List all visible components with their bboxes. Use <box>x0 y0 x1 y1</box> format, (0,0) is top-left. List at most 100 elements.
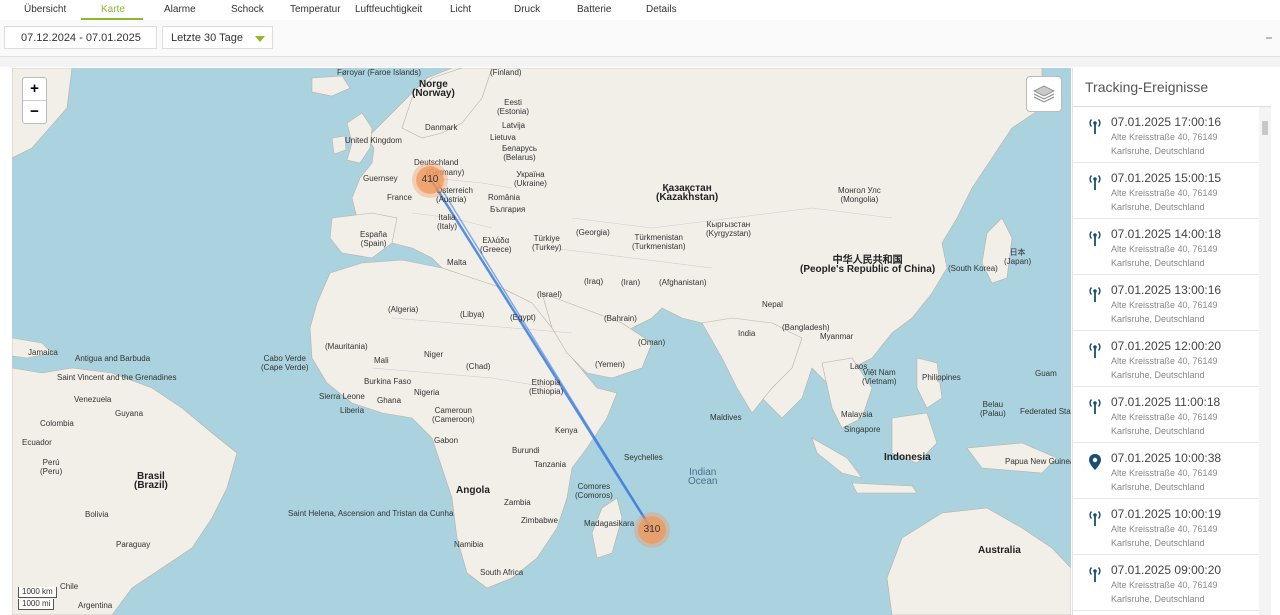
tab-uebersicht[interactable]: Übersicht <box>24 4 66 15</box>
map-label-namibia: Namibia <box>454 540 484 549</box>
event-item[interactable]: 07.01.2025 15:00:15 Alte Kreisstraße 40, … <box>1073 163 1259 219</box>
map-label-burkina: Burkina Faso <box>364 377 412 386</box>
event-address: Alte Kreisstraße 40, 76149 Karlsruhe, De… <box>1111 524 1218 548</box>
event-item[interactable]: 07.01.2025 10:00:19 Alte Kreisstraße 40, … <box>1073 499 1259 555</box>
event-item[interactable]: 07.01.2025 12:00:20 Alte Kreisstraße 40, … <box>1073 331 1259 387</box>
tab-alarme[interactable]: Alarme <box>164 4 196 15</box>
event-item[interactable]: 07.01.2025 17:00:16 Alte Kreisstraße 40, … <box>1073 107 1259 163</box>
filter-toolbar: 07.12.2024 - 07.01.2025 Letzte 30 Tage <box>0 20 1280 57</box>
tab-schock[interactable]: Schock <box>231 4 264 15</box>
map-label-ukraine: Україна (Ukraine) <box>514 170 547 188</box>
map-label-lietuva: Lietuva <box>490 133 516 142</box>
map-label-st-vincent: Saint Vincent and the Grenadines <box>57 373 177 382</box>
map-label-brasil: Brasil (Brazil) <box>134 471 168 491</box>
map-label-libya: (Libya) <box>460 310 485 319</box>
antenna-icon <box>1087 341 1103 359</box>
map-label-maldives: Maldives <box>710 413 742 422</box>
tab-luftfeuchtigkeit[interactable]: Luftfeuchtigkeit <box>355 4 422 15</box>
event-time: 07.01.2025 15:00:15 <box>1111 171 1222 185</box>
tab-batterie[interactable]: Batterie <box>577 4 611 15</box>
period-select[interactable]: Letzte 30 Tage <box>162 26 273 49</box>
map-label-bulgaria: България <box>490 205 526 214</box>
cluster-marker-europe[interactable]: 410 <box>416 166 444 194</box>
tab-temperatur[interactable]: Temperatur <box>290 4 341 15</box>
event-address: Alte Kreisstraße 40, 76149 Karlsruhe, De… <box>1111 468 1218 492</box>
event-item[interactable]: 07.01.2025 11:00:18 Alte Kreisstraße 40, … <box>1073 387 1259 443</box>
map-label-sierra-leone: Sierra Leone <box>319 392 365 401</box>
scale-bar-km: 1000 km <box>18 587 57 598</box>
event-time: 07.01.2025 12:00:20 <box>1111 339 1222 353</box>
map-label-faroe: Føroyar (Faroe Islands) <box>337 68 422 77</box>
land-java <box>851 482 918 494</box>
map-label-tanzania: Tanzania <box>534 460 567 469</box>
map-pin-icon <box>1087 453 1103 471</box>
map-label-deutschland: Deutschland <box>414 158 459 167</box>
map-label-venezuela: Venezuela <box>74 395 112 404</box>
map-label-cameroon: Cameroun (Cameroon) <box>432 406 475 424</box>
map-label-antigua: Antigua and Barbuda <box>75 354 151 363</box>
map-label-indian-ocean: Indian Ocean <box>688 467 718 487</box>
land-south-america <box>12 367 238 615</box>
map-label-italia: Italia (Italy) <box>437 213 457 231</box>
map-view[interactable]: Føroyar (Faroe Islands) Norge (Norway) (… <box>12 68 1071 615</box>
land-sumatra <box>811 437 863 479</box>
event-address: Alte Kreisstraße 40, 76149 Karlsruhe, De… <box>1111 580 1218 604</box>
map-label-algeria: (Algeria) <box>388 305 419 314</box>
zoom-in-button[interactable]: + <box>23 78 46 101</box>
map-label-turkiye: Türkiye (Turkey) <box>532 234 562 252</box>
antenna-icon <box>1087 565 1103 583</box>
map-label-zambia: Zambia <box>504 498 531 507</box>
event-list-scrollbar[interactable] <box>1259 107 1271 615</box>
event-time: 07.01.2025 11:00:18 <box>1111 395 1221 409</box>
zoom-out-button[interactable]: − <box>23 101 46 123</box>
map-label-singapore: Singapore <box>844 425 881 434</box>
map-label-malaysia: Malaysia <box>841 410 873 419</box>
tab-druck[interactable]: Druck <box>514 4 540 15</box>
date-range-input[interactable]: 07.12.2024 - 07.01.2025 <box>4 26 157 49</box>
map-label-jamaica: Jamaica <box>28 348 58 357</box>
map-label-oman: (Oman) <box>638 338 666 347</box>
map-label-comoros: Comores (Comoros) <box>575 482 613 500</box>
map-label-malta: Malta <box>447 258 467 267</box>
period-select-value: Letzte 30 Tage <box>171 32 243 44</box>
event-item[interactable]: 07.01.2025 10:00:38 Alte Kreisstraße 40, … <box>1073 443 1259 499</box>
map-label-finland: (Finland) <box>490 68 522 77</box>
map-label-israel: (Israel) <box>537 290 562 299</box>
land-iceland <box>311 75 351 97</box>
event-address: Alte Kreisstraße 40, 76149 Karlsruhe, De… <box>1111 132 1218 156</box>
map-label-argentina: Argentina <box>78 601 113 610</box>
map-label-guyana: Guyana <box>115 409 144 418</box>
tracking-events-panel: Tracking-Ereignisse 07.01.2025 17:00:16 A… <box>1072 68 1271 615</box>
event-item[interactable]: 07.01.2025 14:00:18 Alte Kreisstraße 40, … <box>1073 219 1259 275</box>
event-item[interactable]: 07.01.2025 13:00:16 Alte Kreisstraße 40, … <box>1073 275 1259 331</box>
land-madagascar <box>591 497 623 559</box>
map-label-zimbabwe: Zimbabwe <box>521 516 558 525</box>
layers-button[interactable] <box>1026 76 1062 112</box>
tab-karte[interactable]: Karte <box>101 4 125 15</box>
antenna-icon <box>1087 509 1103 527</box>
minimize-icon[interactable] <box>1266 37 1272 39</box>
map-label-peru: Perú (Peru) <box>40 458 63 476</box>
map-label-kenya: Kenya <box>555 426 578 435</box>
event-time: 07.01.2025 10:00:19 <box>1111 507 1222 521</box>
map-label-chad: (Chad) <box>466 362 491 371</box>
event-address: Alte Kreisstraße 40, 76149 Karlsruhe, De… <box>1111 300 1218 324</box>
event-item[interactable]: 07.01.2025 09:00:20 Alte Kreisstraße 40, … <box>1073 555 1259 611</box>
scrollbar-thumb[interactable] <box>1262 121 1268 135</box>
chevron-down-icon <box>255 36 265 42</box>
event-time: 07.01.2025 13:00:16 <box>1111 283 1222 297</box>
map-label-ecuador: Ecuador <box>22 438 52 447</box>
event-list: 07.01.2025 17:00:16 Alte Kreisstraße 40, … <box>1073 107 1259 611</box>
antenna-icon <box>1087 397 1103 415</box>
map-label-guernsey: Guernsey <box>363 174 398 183</box>
map-label-cabo-verde: Cabo Verde (Cape Verde) <box>261 354 309 372</box>
tab-details[interactable]: Details <box>646 4 677 15</box>
map-label-georgia: (Georgia) <box>576 228 610 237</box>
map-label-angola: Angola <box>456 485 490 496</box>
antenna-icon <box>1087 285 1103 303</box>
tab-licht[interactable]: Licht <box>450 4 471 15</box>
map-label-belarus: Беларусь (Belarus) <box>502 144 537 162</box>
map-label-espana: España (Spain) <box>360 230 388 248</box>
cluster-marker-mauritius[interactable]: 310 <box>638 516 666 544</box>
map-label-mongolia: Монгол Улс (Mongolia) <box>838 186 881 204</box>
